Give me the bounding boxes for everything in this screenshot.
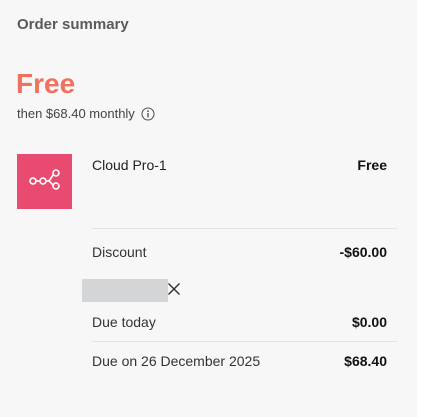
order-summary-heading: Order summary — [17, 16, 129, 33]
recurring-price-note: then $68.40 monthly — [17, 106, 155, 121]
divider — [92, 341, 397, 342]
discount-label: Discount — [92, 244, 147, 260]
due-today-label: Due today — [92, 314, 156, 330]
recurring-price-text: then $68.40 monthly — [17, 106, 135, 121]
close-icon[interactable] — [167, 282, 181, 296]
product-price: Free — [357, 157, 387, 173]
product-thumbnail — [17, 154, 72, 209]
workflow-nodes-icon — [27, 167, 63, 196]
discount-value: -$60.00 — [339, 244, 387, 260]
divider — [92, 228, 397, 229]
applied-coupon-chip — [82, 279, 168, 302]
order-summary-panel: Order summary Free then $68.40 monthly C… — [0, 0, 417, 417]
headline-price: Free — [16, 68, 76, 99]
info-icon[interactable] — [141, 106, 155, 121]
due-later-value: $68.40 — [344, 353, 387, 369]
due-later-label: Due on 26 December 2025 — [92, 353, 261, 369]
due-today-value: $0.00 — [351, 314, 387, 330]
product-name: Cloud Pro-1 — [92, 157, 167, 173]
